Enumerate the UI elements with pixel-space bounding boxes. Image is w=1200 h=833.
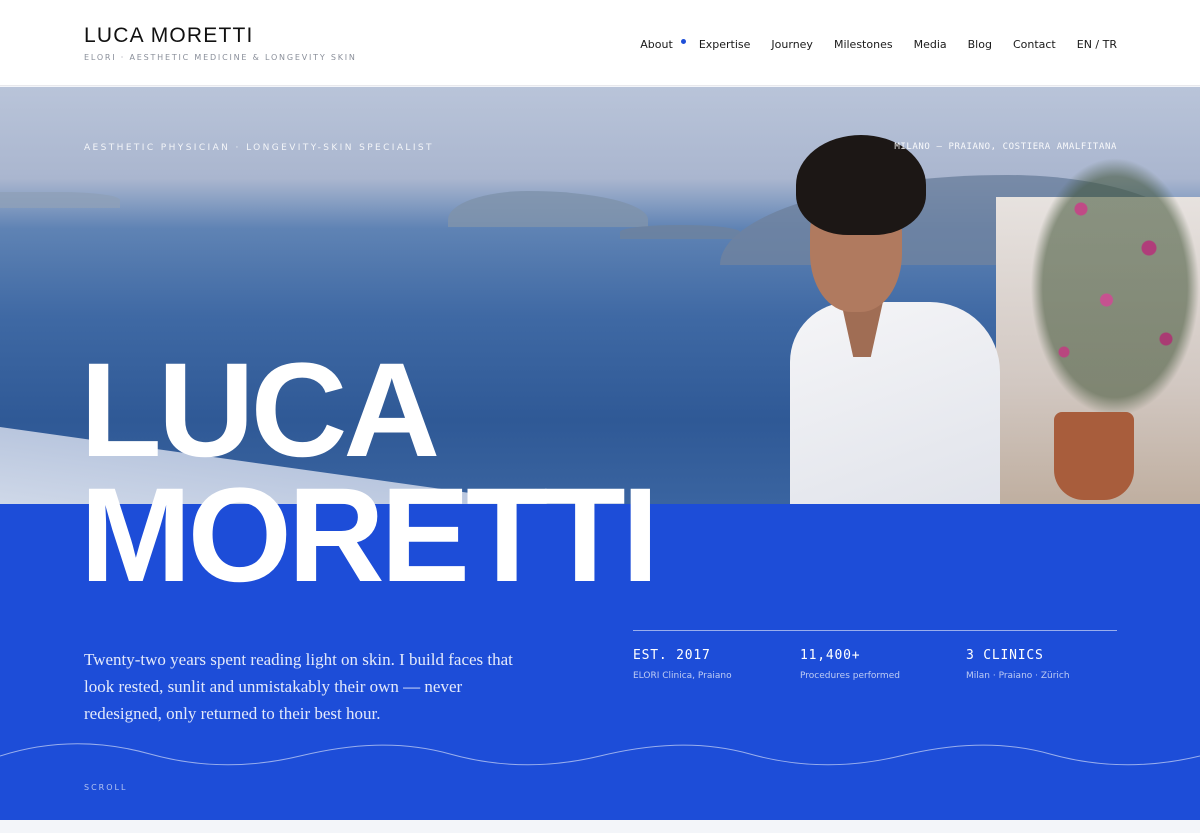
nav-media[interactable]: Media: [914, 38, 947, 51]
nav-expertise[interactable]: Expertise: [699, 38, 751, 51]
brand-name[interactable]: LUCA MORETTI: [84, 24, 254, 48]
stat-clinics: 3 CLINICS Milan · Praiano · Zürich: [966, 648, 1116, 681]
nav-about[interactable]: About: [640, 38, 673, 51]
stat-label: Procedures performed: [800, 671, 900, 681]
stat-value: EST. 2017: [633, 648, 711, 663]
hero-title-line1: LUCA: [80, 336, 440, 485]
nav-milestones[interactable]: Milestones: [834, 38, 893, 51]
stat-value: 3 CLINICS: [966, 648, 1044, 663]
wave-divider: [0, 743, 1200, 766]
hero-location-label: MILANO — PRAIANO, COSTIERA AMALFITANA: [894, 142, 1117, 152]
hero-role-label: AESTHETIC PHYSICIAN · LONGEVITY-SKIN SPE…: [84, 143, 434, 153]
stat-procedures: 11,400+ Procedures performed: [800, 648, 950, 681]
hero-title: LUCA MORETTI: [80, 336, 659, 610]
page-bottom-strip: [0, 820, 1200, 833]
stat-value: 11,400+: [800, 648, 861, 663]
active-nav-indicator: [680, 39, 686, 44]
language-switcher[interactable]: EN / TR: [1077, 38, 1117, 51]
bougainvillea: [1030, 157, 1200, 417]
island: [448, 191, 648, 227]
nav-contact[interactable]: Contact: [1013, 38, 1056, 51]
brand-tagline: ELORI · AESTHETIC MEDICINE & LONGEVITY S…: [84, 53, 357, 62]
stats-divider: [633, 630, 1117, 631]
scroll-indicator[interactable]: SCROLL: [84, 783, 127, 792]
portrait-shirt: [790, 302, 1000, 504]
nav-blog[interactable]: Blog: [968, 38, 992, 51]
coastline-left: [0, 192, 120, 208]
site-header: LUCA MORETTI ELORI · AESTHETIC MEDICINE …: [0, 0, 1200, 86]
hero-title-line2: MORETTI: [80, 461, 659, 610]
main-nav: About Expertise Journey Milestones Media…: [640, 38, 1117, 51]
hero-intro: Twenty-two years spent reading light on …: [84, 650, 513, 723]
stat-established: EST. 2017 ELORI Clinica, Praiano: [633, 648, 783, 681]
stat-label: ELORI Clinica, Praiano: [633, 671, 732, 681]
nav-journey[interactable]: Journey: [771, 38, 813, 51]
portrait: [780, 127, 1000, 504]
terracotta-pot: [1054, 412, 1134, 500]
stat-label: Milan · Praiano · Zürich: [966, 671, 1070, 681]
island-small: [620, 225, 740, 239]
